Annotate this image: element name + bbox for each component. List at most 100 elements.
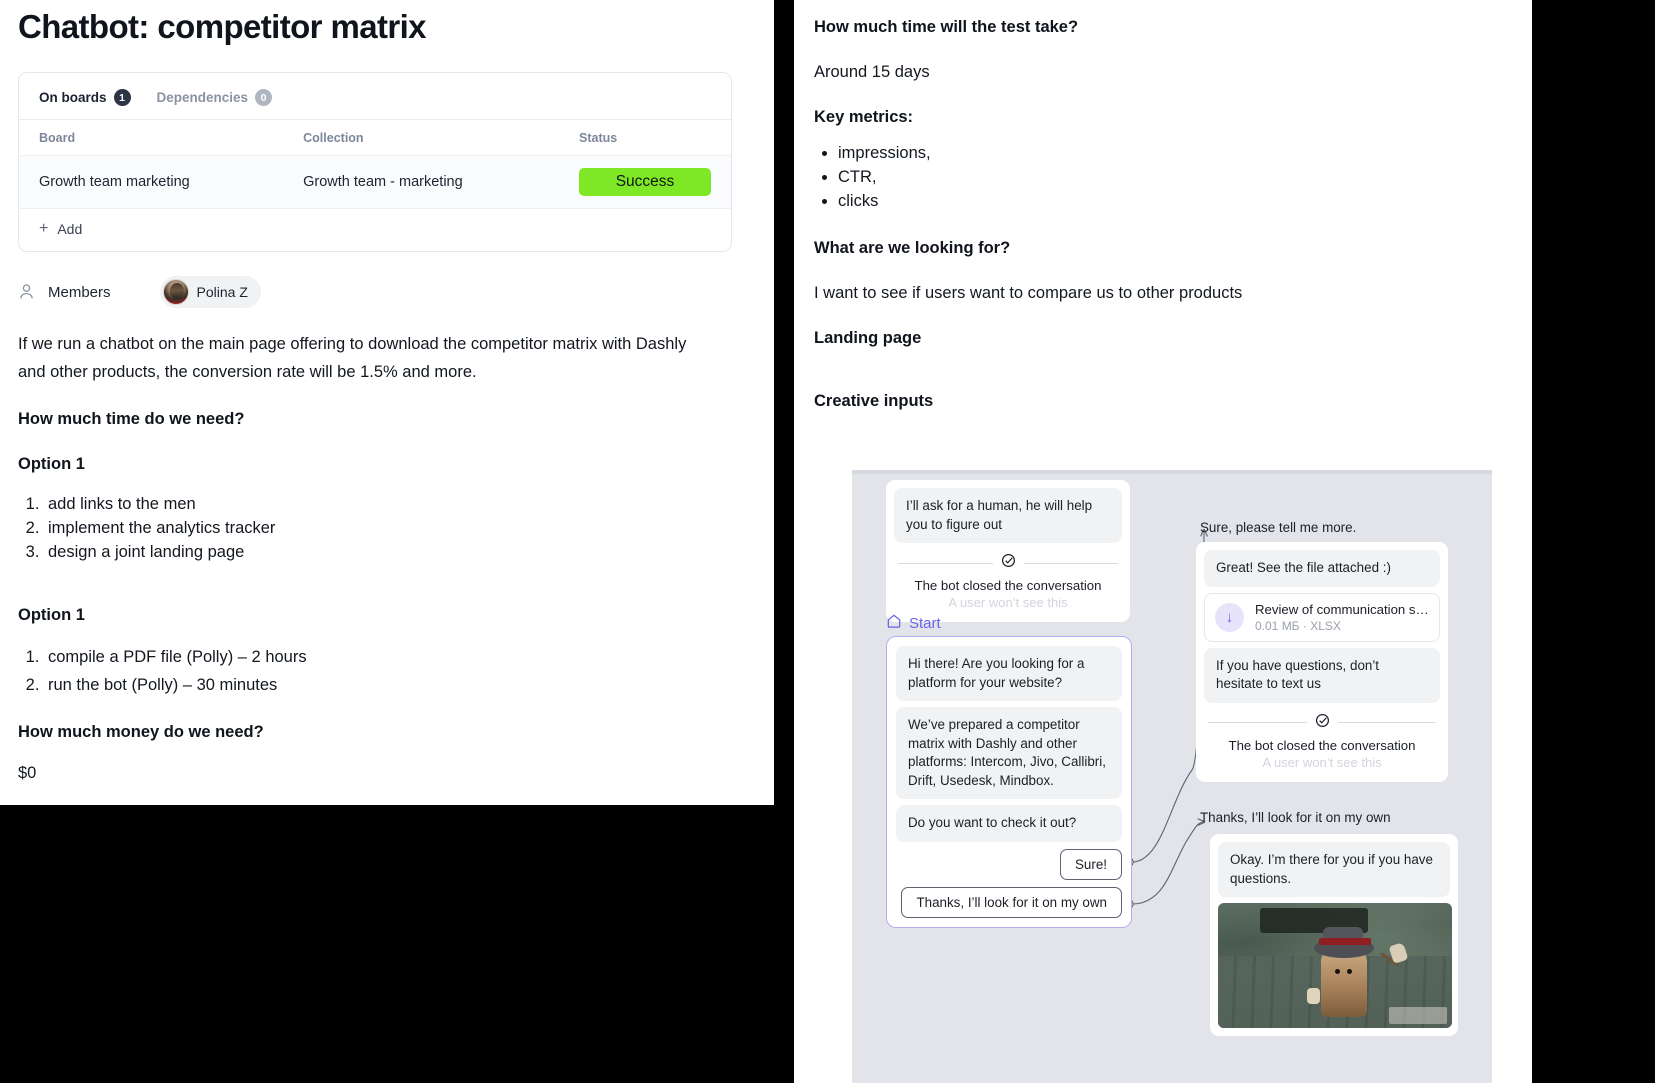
list-item: design a joint landing page (44, 540, 756, 564)
tab-on-boards-label: On boards (39, 90, 107, 105)
looking-for-value: I want to see if users want to compare u… (814, 284, 1243, 302)
gif-watermark (1389, 1007, 1447, 1024)
flow-canvas[interactable]: I’ll ask for a human, he will help you t… (852, 470, 1492, 1083)
bot-message-bubble: If you have questions, don’t hesitate to… (1204, 647, 1440, 703)
list-item: CTR, (838, 165, 1532, 189)
gif-attachment[interactable] (1218, 903, 1452, 1028)
list-item: implement the analytics tracker (44, 516, 756, 540)
boards-table: Board Collection Status Growth team mark… (19, 120, 731, 209)
separator-line-left (898, 562, 993, 564)
heading-landing-page: Landing page (814, 329, 922, 347)
members-row: Members Polina Z (18, 276, 756, 308)
start-node-label: Start (886, 613, 941, 633)
screenshot-root: Chatbot: competitor matrix On boards 1 D… (0, 0, 1655, 1083)
intro-paragraph: If we run a chatbot on the main page off… (18, 335, 687, 381)
file-attachment[interactable]: ↓ Review of communication ser... 0.01 МБ… (1204, 592, 1440, 642)
member-chip[interactable]: Polina Z (159, 276, 261, 308)
separator-line-right (1337, 722, 1436, 723)
avatar (162, 279, 189, 305)
quick-reply-row: Sure! (896, 848, 1122, 880)
cell-collection: Growth team - marketing (283, 155, 559, 209)
conversation-closed-text: The bot closed the conversation (1228, 737, 1416, 753)
bot-message-bubble: Do you want to check it out? (896, 805, 1122, 842)
add-board-button[interactable]: + Add (19, 209, 731, 251)
heading-option-1-b: Option 1 (18, 606, 85, 624)
chatbot-flow-embed: I’ll ask for a human, he will help you t… (852, 463, 1532, 1083)
tab-on-boards[interactable]: On boards 1 (39, 89, 131, 106)
heading-test-duration: How much time will the test take? (814, 18, 1079, 36)
column-header-status: Status (579, 131, 618, 145)
heading-key-metrics: Key metrics: (814, 108, 914, 126)
conversation-closed-text: The bot closed the conversation (914, 578, 1102, 593)
conversation-closed-separator (898, 553, 1118, 573)
column-header-collection: Collection (303, 131, 364, 145)
list-item: run the bot (Polly) – 30 minutes (44, 671, 756, 699)
bot-message-bubble: I’ll ask for a human, he will help you t… (894, 488, 1122, 543)
person-icon (18, 283, 35, 301)
node-start[interactable]: Hi there! Are you looking for a platform… (886, 636, 1132, 928)
list-item: add links to the men (44, 492, 756, 516)
heading-looking-for: What are we looking for? (814, 239, 1011, 257)
option-1-a-list: add links to the men implement the analy… (44, 492, 756, 564)
add-board-label: Add (57, 221, 83, 237)
conversation-closed-subtext: A user won’t see this (1262, 754, 1382, 770)
key-metrics-list: impressions, CTR, clicks (838, 141, 1532, 213)
quick-reply-sure[interactable]: Sure! (1059, 848, 1122, 880)
home-icon (886, 613, 902, 633)
separator-line-left (1208, 722, 1307, 723)
conversation-closed-separator (1208, 713, 1436, 733)
heading-how-much-time: How much time do we need? (18, 410, 245, 428)
heading-how-much-money: How much money do we need? (18, 723, 264, 741)
table-header-row: Board Collection Status (19, 120, 731, 156)
quick-reply-own[interactable]: Thanks, I’ll look for it on my own (901, 886, 1122, 918)
status-badge[interactable]: Success (579, 168, 711, 196)
test-duration-value: Around 15 days (814, 63, 930, 81)
attachment-info: Review of communication ser... 0.01 МБ ·… (1255, 602, 1433, 633)
tab-dependencies-label: Dependencies (156, 90, 249, 105)
heading-option-1-a: Option 1 (18, 455, 85, 473)
quick-reply-row: Thanks, I’ll look for it on my own (896, 886, 1122, 918)
gif-character-prop (1306, 988, 1320, 1004)
bot-message-bubble: Okay. I’m there for you if you have ques… (1218, 842, 1450, 897)
edge-label-sure: Sure, please tell me more. (1200, 520, 1357, 535)
plus-icon: + (39, 220, 49, 237)
gif-character-body (1320, 950, 1367, 1017)
bot-message-bubble: We’ve prepared a competitor matrix with … (896, 707, 1122, 799)
members-label: Members (48, 283, 111, 301)
tab-dependencies-count: 0 (255, 89, 273, 106)
download-icon: ↓ (1215, 602, 1244, 632)
money-value: $0 (18, 764, 37, 782)
left-document-panel: Chatbot: competitor matrix On boards 1 D… (0, 0, 774, 805)
on-boards-card: On boards 1 Dependencies 0 Board Collect… (18, 72, 732, 252)
list-item: clicks (838, 189, 1532, 213)
tab-dependencies[interactable]: Dependencies 0 (157, 89, 273, 106)
gif-character-hat-band (1318, 938, 1371, 945)
attachment-filename: Review of communication ser... (1255, 601, 1433, 617)
node-human-handoff[interactable]: I’ll ask for a human, he will help you t… (886, 480, 1130, 622)
bot-message-bubble: Hi there! Are you looking for a platform… (896, 646, 1122, 701)
cell-board: Growth team marketing (19, 155, 284, 209)
option-1-b-list: compile a PDF file (Polly) – 2 hours run… (44, 643, 756, 699)
check-circle-icon (1001, 553, 1016, 573)
gif-character-eye-right (1346, 969, 1352, 975)
attachment-meta: 0.01 МБ · XLSX (1255, 618, 1341, 633)
tab-on-boards-count: 1 (113, 89, 131, 106)
separator-line-right (1023, 562, 1118, 564)
canvas-top-border (852, 470, 1492, 474)
page-title: Chatbot: competitor matrix (18, 8, 427, 45)
conversation-closed-subtext: A user won’t see this (948, 595, 1068, 610)
list-item: impressions, (838, 141, 1532, 165)
table-row[interactable]: Growth team marketing Growth team - mark… (19, 155, 731, 209)
cell-status: Success (559, 155, 731, 209)
column-header-board: Board (39, 131, 76, 145)
node-polite-exit[interactable]: Okay. I’m there for you if you have ques… (1210, 834, 1458, 1036)
member-name: Polina Z (196, 284, 248, 300)
start-label-text: Start (909, 614, 941, 632)
bot-message-bubble: Great! See the file attached :) (1204, 550, 1440, 587)
list-item: compile a PDF file (Polly) – 2 hours (44, 643, 756, 671)
card-tab-bar: On boards 1 Dependencies 0 (19, 73, 731, 120)
node-file-delivery[interactable]: Great! See the file attached :) ↓ Review… (1196, 542, 1448, 782)
heading-creative-inputs: Creative inputs (814, 392, 934, 410)
check-circle-icon (1315, 713, 1330, 733)
edge-label-thanks: Thanks, I’ll look for it on my own (1200, 810, 1391, 825)
